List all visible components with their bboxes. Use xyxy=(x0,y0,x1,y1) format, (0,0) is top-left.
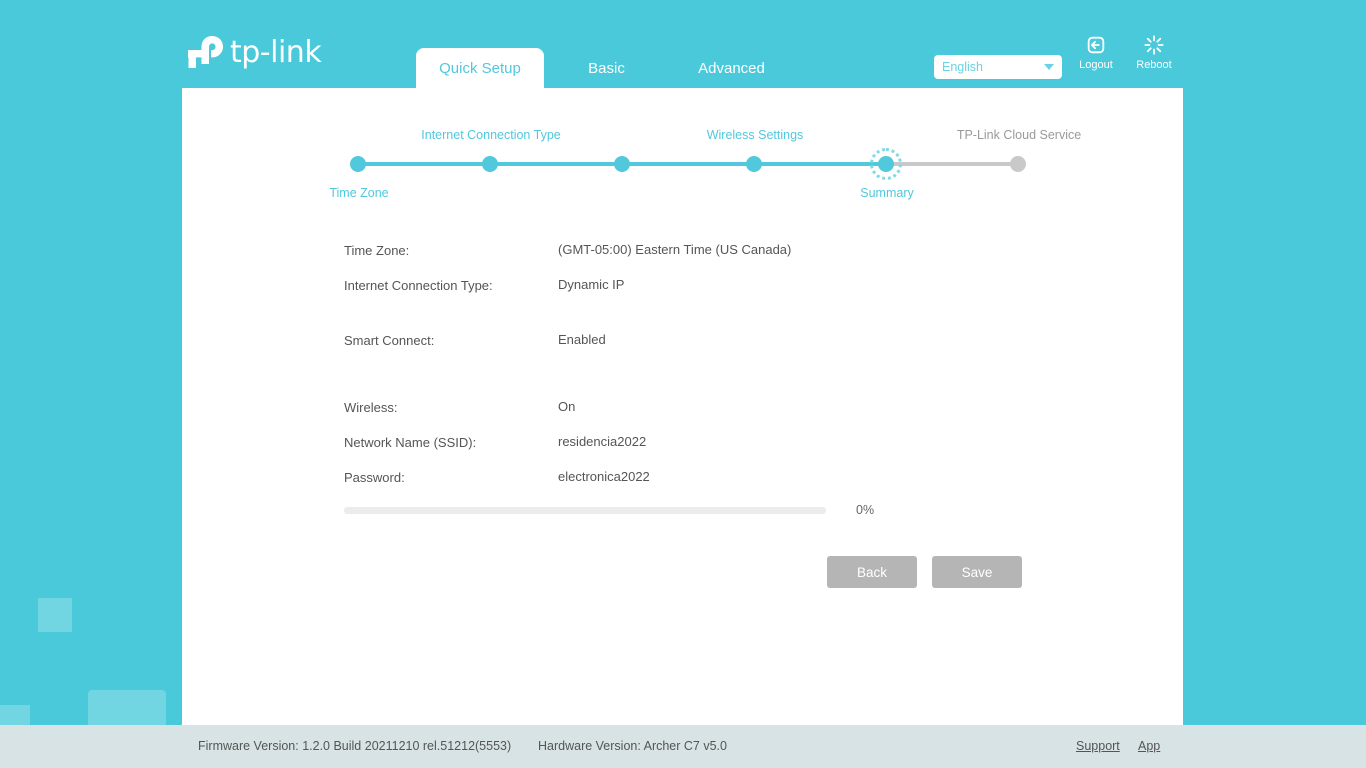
app-header: tp-link Quick Setup Basic Advanced Engli… xyxy=(0,0,1366,89)
stepper-node-3[interactable] xyxy=(614,156,630,172)
summary-row-wireless: Wireless: On xyxy=(344,399,1044,420)
summary-key: Wireless: xyxy=(344,400,398,415)
summary-key: Password: xyxy=(344,470,405,485)
summary-row-password: Password: electronica2022 xyxy=(344,469,1044,490)
setup-stepper: Time Zone Internet Connection Type Wirel… xyxy=(182,88,1183,208)
back-button[interactable]: Back xyxy=(827,556,917,588)
stepper-node-wireless-settings[interactable] xyxy=(746,156,762,172)
summary-value: (GMT-05:00) Eastern Time (US Canada) xyxy=(558,242,792,257)
language-selector[interactable]: English xyxy=(934,55,1062,79)
progress-bar-track xyxy=(344,507,826,514)
brand-logo: tp-link xyxy=(182,30,322,74)
summary-key: Internet Connection Type: xyxy=(344,278,493,293)
tab-basic[interactable]: Basic xyxy=(544,49,669,89)
action-buttons: Back Save xyxy=(344,556,1204,588)
firmware-version: Firmware Version: 1.2.0 Build 20211210 r… xyxy=(198,739,512,753)
tab-quick-setup[interactable]: Quick Setup xyxy=(416,48,544,89)
stepper-label-internet-connection-type: Internet Connection Type xyxy=(421,128,561,142)
support-link[interactable]: Support xyxy=(1076,739,1120,753)
stepper-node-time-zone[interactable] xyxy=(350,156,366,172)
summary-value: electronica2022 xyxy=(558,469,650,484)
summary-row-time-zone: Time Zone: (GMT-05:00) Eastern Time (US … xyxy=(344,242,1044,263)
stepper-label-wireless-settings: Wireless Settings xyxy=(706,128,804,142)
summary-value: On xyxy=(558,399,576,414)
stepper-label-time-zone: Time Zone xyxy=(329,186,389,200)
decor-block-1 xyxy=(38,598,72,632)
summary-row-ssid: Network Name (SSID): residencia2022 xyxy=(344,434,1044,455)
summary-key: Time Zone: xyxy=(344,243,410,258)
logout-icon xyxy=(1087,36,1105,54)
stepper-label-cloud-service: TP-Link Cloud Service xyxy=(956,128,1082,142)
stepper-node-internet-connection-type[interactable] xyxy=(482,156,498,172)
progress-percent-label: 0% xyxy=(856,503,875,517)
app-footer: Firmware Version: 1.2.0 Build 20211210 r… xyxy=(0,725,1366,768)
footer-content: Firmware Version: 1.2.0 Build 20211210 r… xyxy=(182,725,1183,768)
language-select[interactable]: English xyxy=(934,55,1062,79)
logout-button[interactable]: Logout xyxy=(1070,34,1122,71)
decor-block-3 xyxy=(88,690,166,728)
summary-key: Smart Connect: xyxy=(344,333,435,348)
summary-value: Dynamic IP xyxy=(558,277,625,292)
stepper-node-cloud-service[interactable] xyxy=(1010,156,1026,172)
stepper-label-summary: Summary xyxy=(860,186,914,200)
logout-label: Logout xyxy=(1079,59,1113,71)
hardware-version: Hardware Version: Archer C7 v5.0 xyxy=(538,739,727,753)
app-link[interactable]: App xyxy=(1138,739,1160,753)
summary-value: residencia2022 xyxy=(558,434,647,449)
save-button[interactable]: Save xyxy=(932,556,1022,588)
main-content-panel: Time Zone Internet Connection Type Wirel… xyxy=(182,88,1183,725)
tp-link-logo-icon xyxy=(188,36,223,68)
reboot-button[interactable]: Reboot xyxy=(1128,34,1180,71)
reboot-icon xyxy=(1144,35,1164,55)
stepper-node-summary[interactable] xyxy=(878,156,894,172)
main-tabs: Quick Setup Basic Advanced xyxy=(416,48,794,89)
reboot-label: Reboot xyxy=(1136,59,1172,71)
summary-row-smart-connect: Smart Connect: Enabled xyxy=(344,332,1044,353)
tab-advanced[interactable]: Advanced xyxy=(669,49,794,89)
save-progress: 0% xyxy=(344,503,1044,523)
summary-key: Network Name (SSID): xyxy=(344,435,477,450)
brand-name: tp-link xyxy=(230,34,322,70)
summary-row-internet-connection-type: Internet Connection Type: Dynamic IP xyxy=(344,277,1044,298)
summary-value: Enabled xyxy=(558,332,606,347)
